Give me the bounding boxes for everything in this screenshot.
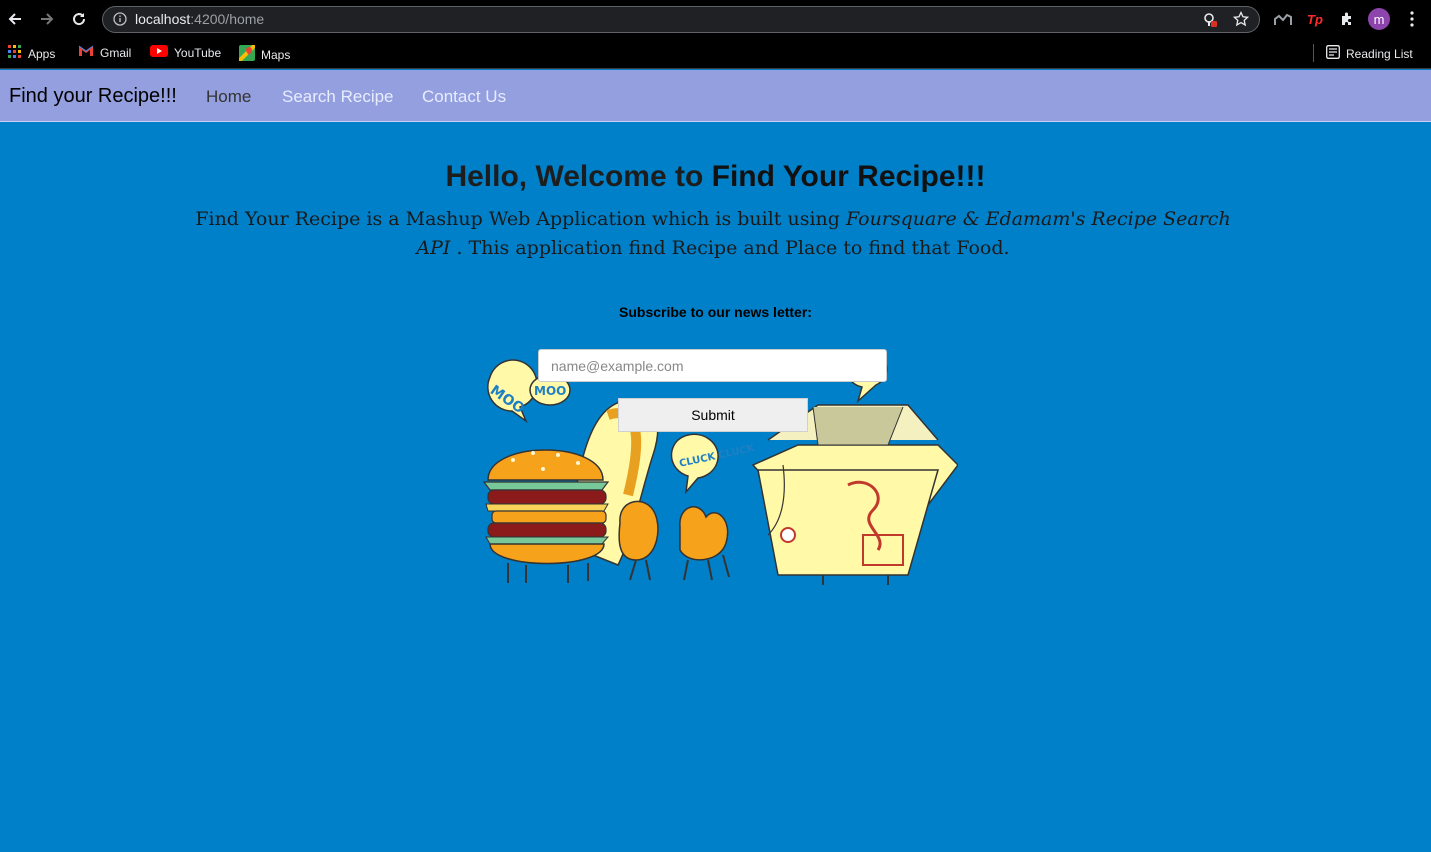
desc-part1: Find Your Recipe is a Mashup Web Applica…	[195, 208, 846, 230]
app-description: Find Your Recipe is a Mashup Web Applica…	[180, 205, 1246, 263]
navbar-brand[interactable]: Find your Recipe!!!	[9, 85, 177, 108]
bookmark-label: Gmail	[100, 45, 132, 60]
url-text[interactable]: localhost:4200/home	[135, 11, 264, 27]
bookmark-apps[interactable]: Apps	[8, 45, 55, 62]
apps-grid-icon	[8, 45, 22, 62]
profile-avatar[interactable]: m	[1368, 8, 1390, 30]
bookmarks-bar: Apps Gmail YouTube Maps Reading List	[0, 38, 1431, 69]
tp-extension-icon[interactable]: Tp	[1305, 9, 1325, 29]
burger-character	[482, 449, 610, 583]
gmail-icon	[78, 45, 94, 60]
nugget-characters	[618, 500, 730, 581]
youtube-icon	[150, 45, 168, 60]
desc-part2: . This application find Recipe and Place…	[450, 237, 1010, 259]
newsletter-email-input[interactable]	[538, 349, 887, 382]
bookmark-youtube[interactable]: YouTube	[150, 45, 221, 60]
nav-link-contact-us[interactable]: Contact Us	[422, 87, 506, 107]
back-icon[interactable]	[4, 8, 26, 30]
takeout-box-character	[751, 404, 958, 585]
forward-icon[interactable]	[36, 8, 58, 30]
bookmark-maps[interactable]: Maps	[237, 43, 291, 64]
nav-link-home[interactable]: Home	[206, 87, 251, 107]
submit-button[interactable]: Submit	[618, 398, 808, 432]
reading-list-label: Reading List	[1346, 46, 1413, 61]
performance-extension-icon[interactable]	[1273, 9, 1293, 29]
welcome-brand: Find Your Recipe!!!	[711, 160, 986, 193]
subscribe-label: Subscribe to our news letter:	[619, 304, 812, 320]
bookmark-label: Apps	[28, 46, 56, 61]
nav-link-search-recipe[interactable]: Search Recipe	[282, 87, 394, 107]
reload-icon[interactable]	[68, 8, 90, 30]
bookmarks-divider	[1313, 44, 1314, 62]
menu-kebab-icon[interactable]	[1402, 9, 1422, 29]
welcome-prefix: Hello, Welcome to	[445, 160, 712, 193]
bookmark-label: YouTube	[174, 45, 222, 60]
reading-list[interactable]: Reading List	[1326, 45, 1413, 62]
app-navbar: Find your Recipe!!! Home Search Recipe C…	[0, 70, 1431, 122]
welcome-heading: Hello, Welcome to Find Your Recipe!!!	[0, 160, 1431, 194]
url-host: localhost	[135, 11, 191, 27]
reading-list-icon	[1326, 45, 1340, 62]
main-content: Hello, Welcome to Find Your Recipe!!! Fi…	[0, 122, 1431, 852]
cluck-bubble: CLUCK CLUCK	[670, 433, 757, 495]
extensions-puzzle-icon[interactable]	[1337, 9, 1357, 29]
url-path: :4200/home	[190, 11, 265, 27]
bookmark-star-icon[interactable]	[1232, 10, 1250, 32]
bookmark-label: Maps	[261, 47, 291, 62]
bookmark-gmail[interactable]: Gmail	[78, 45, 131, 60]
info-icon[interactable]	[113, 12, 127, 31]
browser-toolbar: localhost:4200/home Tp m	[0, 0, 1431, 38]
moo-text-2: MOO	[534, 384, 566, 398]
address-bar[interactable]: localhost:4200/home	[102, 6, 1260, 33]
key-blocked-icon[interactable]	[1203, 12, 1217, 33]
maps-icon	[237, 43, 257, 64]
